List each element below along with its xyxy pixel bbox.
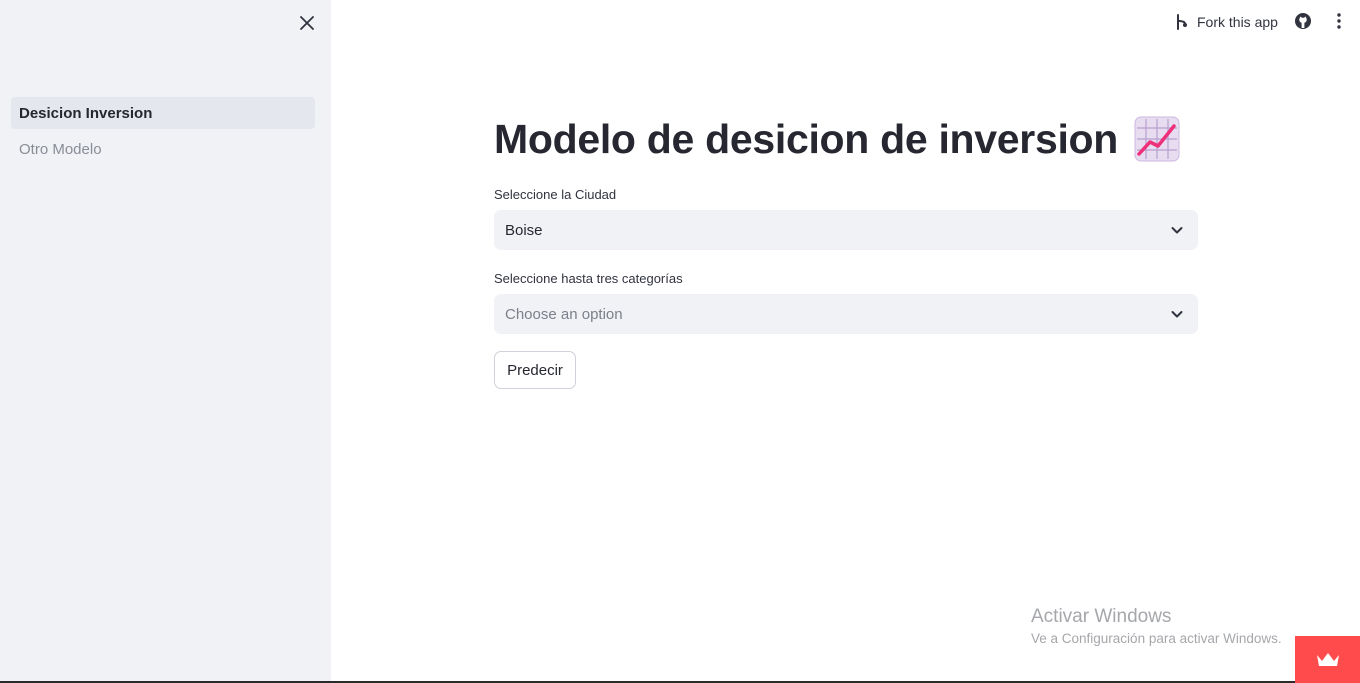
fork-icon xyxy=(1177,14,1187,30)
chevron-down-icon xyxy=(1171,311,1183,318)
fork-label: Fork this app xyxy=(1197,14,1278,30)
sidebar-item-otro-modelo[interactable]: Otro Modelo xyxy=(11,133,315,165)
category-select-placeholder: Choose an option xyxy=(505,305,623,323)
close-icon[interactable] xyxy=(296,12,318,34)
sidebar-item-label: Desicion Inversion xyxy=(19,104,153,122)
streamlit-badge[interactable] xyxy=(1295,636,1360,683)
city-select[interactable]: Boise xyxy=(494,210,1198,250)
sidebar-item-desicion-inversion[interactable]: Desicion Inversion xyxy=(11,97,315,129)
city-select-value: Boise xyxy=(505,221,543,239)
crown-icon xyxy=(1316,652,1339,666)
page-title: Modelo de desicion de inversion xyxy=(494,113,1180,165)
sidebar: Desicion Inversion Otro Modelo xyxy=(0,0,331,683)
fork-app-button[interactable]: Fork this app xyxy=(1175,11,1278,33)
city-select-label: Seleccione la Ciudad xyxy=(494,187,617,202)
predict-button[interactable]: Predecir xyxy=(494,351,576,389)
sidebar-item-label: Otro Modelo xyxy=(19,140,102,158)
chevron-down-icon xyxy=(1171,227,1183,234)
kebab-menu-icon[interactable] xyxy=(1330,12,1348,30)
category-select-label: Seleccione hasta tres categorías xyxy=(494,271,683,286)
github-icon[interactable] xyxy=(1294,12,1312,30)
windows-activation-title: Activar Windows xyxy=(1031,606,1172,627)
page-title-text: Modelo de desicion de inversion xyxy=(494,115,1119,162)
chart-increasing-icon xyxy=(1134,116,1180,162)
windows-activation-subtitle: Ve a Configuración para activar Windows. xyxy=(1031,631,1282,646)
category-multiselect[interactable]: Choose an option xyxy=(494,294,1198,334)
